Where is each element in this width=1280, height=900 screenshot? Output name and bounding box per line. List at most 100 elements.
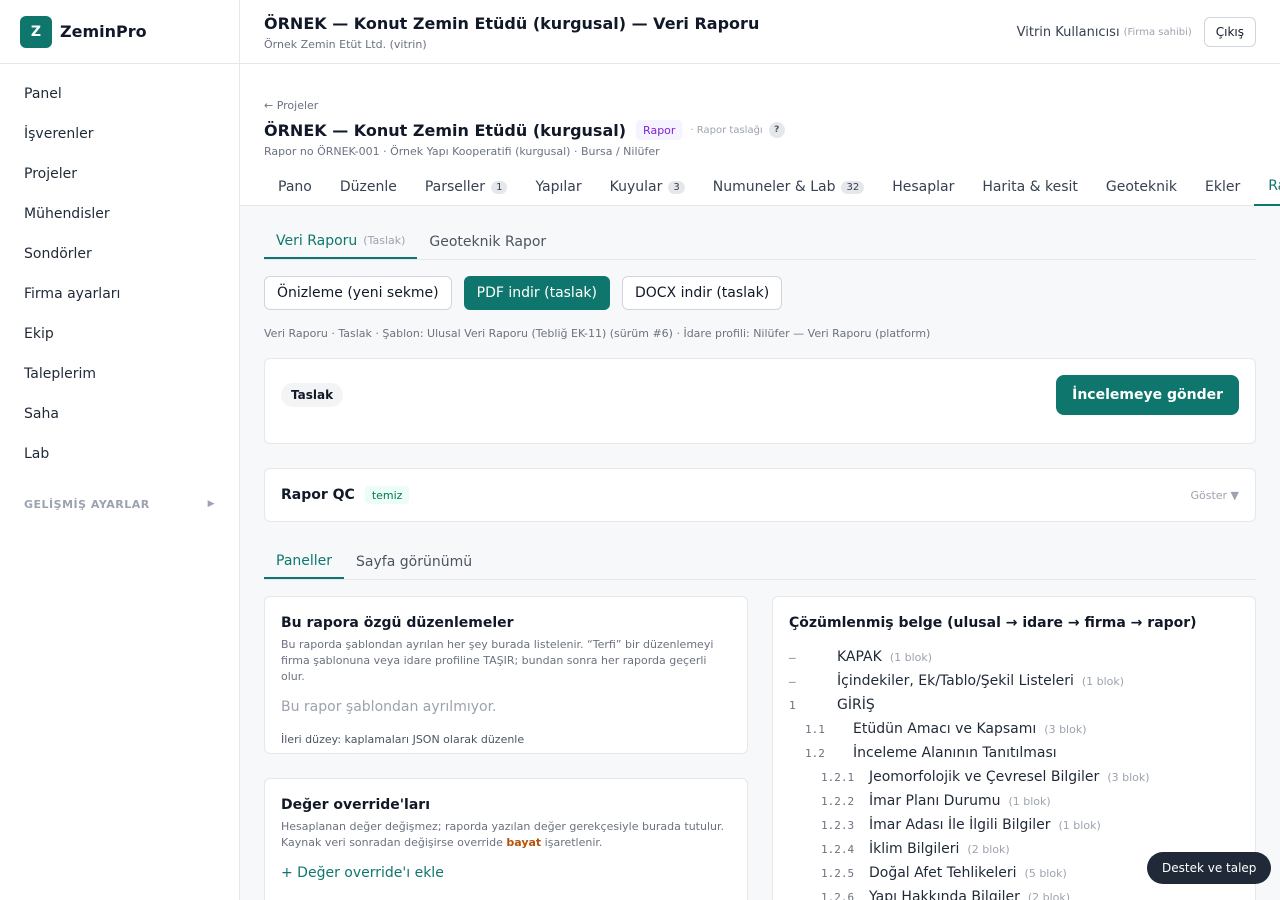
- sidebar: Z ZeminPro Panel İşverenler Projeler Müh…: [0, 0, 240, 900]
- section-number: –: [789, 674, 796, 688]
- docx-download-button[interactable]: DOCX indir (taslak): [621, 276, 783, 310]
- tab-label: Geoteknik: [1105, 179, 1177, 195]
- qc-card: Rapor QC temiz Göster ▼: [264, 468, 1256, 522]
- outline-item[interactable]: – KAPAK (1 blok): [789, 645, 1239, 669]
- section-number: 1.2.3: [821, 818, 855, 832]
- tab-duzenle[interactable]: Düzenle: [326, 168, 411, 206]
- empty-state: Bu rapor şablondan ayrılmıyor.: [281, 699, 497, 715]
- sidebar-item-projeler[interactable]: Projeler: [0, 154, 239, 194]
- tab-numuneler-lab[interactable]: Numuneler & Lab 32: [699, 168, 878, 206]
- section-title: İnceleme Alanının Tanıtılması: [853, 745, 1057, 761]
- tab-parseller[interactable]: Parseller 1: [411, 168, 522, 206]
- back-to-projects-link[interactable]: ← Projeler: [264, 99, 318, 112]
- section-number: 1.2.5: [821, 866, 855, 880]
- card-description: Hesaplanan değer değişmez; raporda yazıl…: [281, 819, 731, 851]
- tab-note: (Taslak): [363, 234, 406, 247]
- company-name: Örnek Zemin Etüt Ltd. (vitrin): [264, 38, 427, 51]
- tab-label: Pano: [278, 179, 312, 195]
- section-number: 1: [789, 698, 796, 712]
- outline-item[interactable]: 1.1 Etüdün Amacı ve Kapsamı (3 blok): [789, 717, 1239, 741]
- preview-button[interactable]: Önizleme (yeni sekme): [264, 276, 452, 310]
- sidebar-item-sondorler[interactable]: Sondörler: [0, 234, 239, 274]
- sidebar-item-saha[interactable]: Saha: [0, 394, 239, 434]
- add-value-override-link[interactable]: + Değer override'ı ekle: [281, 865, 731, 881]
- tab-hesaplar[interactable]: Hesaplar: [878, 168, 968, 206]
- card-title: Bu rapora özgü düzenlemeler: [281, 615, 514, 631]
- tab-harita-kesit[interactable]: Harita & kesit: [968, 168, 1092, 206]
- caret-right-icon: ▶: [207, 499, 215, 509]
- outline-item[interactable]: 1.2.3 İmar Adası İle İlgili Bilgiler (1 bl…: [789, 813, 1239, 837]
- tab-label: Veri Raporu: [276, 232, 358, 249]
- outline-item[interactable]: – İçindekiler, Ek/Tablo/Şekil Listeleri (1…: [789, 669, 1239, 693]
- outline-item[interactable]: 1.2.6 Yapı Hakkında Bilgiler (2 blok): [789, 885, 1239, 900]
- block-count: (1 blok): [889, 650, 933, 664]
- project-title: ÖRNEK — Konut Zemin Etüdü (kurgusal): [264, 120, 627, 140]
- sidebar-item-ekip[interactable]: Ekip: [0, 314, 239, 354]
- value-overrides-card: Değer override'ları Hesaplanan değer değ…: [264, 778, 748, 900]
- report-badge: Rapor: [636, 120, 683, 140]
- sidebar-item-isverenler[interactable]: İşverenler: [0, 114, 239, 154]
- edit-json-link[interactable]: İleri düzey: kaplamaları JSON olarak düz…: [281, 733, 731, 746]
- section-title: KAPAK: [837, 649, 882, 665]
- block-count: (1 blok): [1058, 818, 1101, 832]
- section-number: 1.2.6: [821, 890, 855, 900]
- tab-count-badge: 3: [668, 180, 685, 194]
- logout-button[interactable]: Çıkış: [1203, 17, 1256, 47]
- report-type-tabs: Veri Raporu (Taslak) Geoteknik Rapor: [264, 224, 1256, 260]
- support-button[interactable]: Destek ve talep: [1147, 852, 1272, 884]
- section-number: 1.1: [805, 722, 825, 736]
- section-number: 1.2.4: [821, 842, 855, 856]
- tab-label: Yapılar: [535, 179, 582, 195]
- outline-item[interactable]: 1.2.2 İmar Planı Durumu (1 blok): [789, 789, 1239, 813]
- main-content: ← Projeler ÖRNEK — Konut Zemin Etüdü (ku…: [240, 64, 1280, 900]
- sidebar-item-panel[interactable]: Panel: [0, 74, 239, 114]
- sidebar-item-firma-ayarlari[interactable]: Firma ayarları: [0, 274, 239, 314]
- block-count: (1 blok): [1008, 794, 1051, 808]
- tab-paneller[interactable]: Paneller: [264, 544, 345, 579]
- help-icon[interactable]: ?: [768, 122, 785, 138]
- tab-label: Ekler: [1204, 179, 1241, 195]
- user-area: Vitrin Kullanıcısı (Firma sahibi) Çıkış: [1017, 17, 1256, 47]
- tab-ekler[interactable]: Ekler: [1191, 168, 1254, 206]
- submit-review-button[interactable]: İncelemeye gönder: [1056, 375, 1239, 415]
- tab-veri-raporu[interactable]: Veri Raporu (Taslak): [264, 224, 418, 259]
- brand-name: ZeminPro: [60, 22, 147, 41]
- advanced-settings-toggle[interactable]: GELİŞMİŞ AYARLAR ▶: [0, 484, 239, 524]
- tab-sayfa-gorunumu[interactable]: Sayfa görünümü: [344, 544, 484, 579]
- sidebar-item-taleplerim[interactable]: Taleplerim: [0, 354, 239, 394]
- outline-item[interactable]: 1.2.1 Jeomorfolojik ve Çevresel Bilgiler (…: [789, 765, 1239, 789]
- outline-item[interactable]: 1 GİRİŞ: [789, 693, 1239, 717]
- tab-label: Rapor: [1268, 178, 1280, 194]
- tab-geoteknik-rapor[interactable]: Geoteknik Rapor: [417, 224, 558, 259]
- sidebar-item-lab[interactable]: Lab: [0, 434, 239, 474]
- section-number: –: [789, 650, 796, 664]
- status-badge: Taslak: [281, 383, 344, 407]
- sidebar-item-muhendisler[interactable]: Mühendisler: [0, 194, 239, 234]
- outline-item[interactable]: 1.2 İnceleme Alanının Tanıtılması: [789, 741, 1239, 765]
- tab-label: Düzenle: [339, 179, 397, 195]
- tab-count-badge: 32: [841, 180, 865, 194]
- section-title: İçindekiler, Ek/Tablo/Şekil Listeleri: [837, 673, 1074, 689]
- card-title: Çözümlenmiş belge (ulusal → idare → firm…: [789, 615, 1197, 631]
- qc-show-toggle[interactable]: Göster ▼: [1190, 489, 1239, 502]
- desc-text: Hesaplanan değer değişmez; raporda yazıl…: [281, 820, 725, 849]
- tab-rapor[interactable]: Rapor: [1254, 168, 1280, 206]
- tab-geoteknik[interactable]: Geoteknik: [1092, 168, 1191, 206]
- tab-kuyular[interactable]: Kuyular 3: [596, 168, 699, 206]
- block-count: (5 blok): [1024, 866, 1067, 880]
- brand-logo: Z: [20, 15, 52, 48]
- brand[interactable]: Z ZeminPro: [0, 0, 239, 64]
- section-title: İklim Bilgileri: [869, 841, 960, 857]
- section-number: 1.2: [805, 746, 825, 760]
- template-info: Veri Raporu · Taslak · Şablon: Ulusal Ve…: [264, 327, 931, 340]
- block-count: (2 blok): [1027, 890, 1071, 900]
- project-tabs: Pano Düzenle Parseller 1 Yapılar Kuyular 3…: [264, 168, 1280, 206]
- tab-pano[interactable]: Pano: [264, 168, 326, 206]
- qc-title: Rapor QC: [281, 487, 355, 503]
- tab-label: Parseller: [424, 179, 486, 195]
- section-title: Yapı Hakkında Bilgiler: [869, 889, 1020, 900]
- pdf-download-button[interactable]: PDF indir (taslak): [463, 276, 610, 310]
- user-role: (Firma sahibi): [1123, 26, 1192, 38]
- section-number: 1.2.1: [821, 770, 855, 784]
- tab-yapilar[interactable]: Yapılar: [521, 168, 595, 206]
